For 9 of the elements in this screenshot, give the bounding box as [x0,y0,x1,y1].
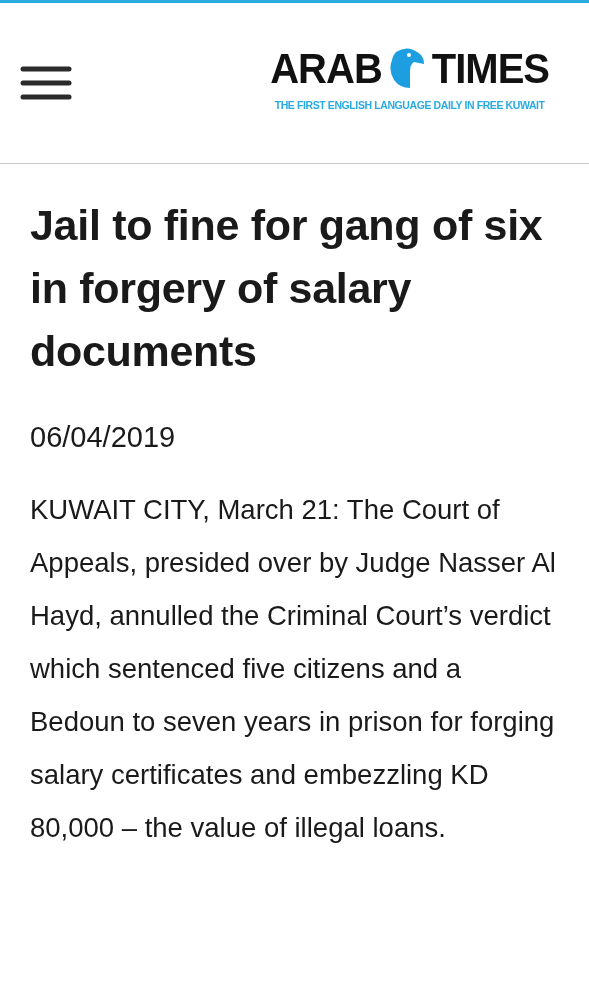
bird-head-icon [387,46,426,90]
menu-button[interactable] [20,65,72,101]
article-body: KUWAIT CITY, March 21: The Court of Appeals, presided over by Judge Nasser Al Hayd, annulled the Criminal Court’s verdict which sentenced five citizens and a Bedoun to seven years in prison for forging salary certificates and embezzling KD 80,000 – the value of illegal loans. [30,493,557,845]
menu-icon [20,65,72,101]
logo-word: ARAB [270,44,382,92]
article-title: Jail to fine for gang of six in forgery of salary documents [30,200,544,377]
logo-tagline: THE FIRST ENGLISH LANGUAGE DAILY IN FREE KUWAIT [274,98,545,111]
logo-word: TIMES [431,44,549,92]
article-date: 06/04/2019 [30,420,177,455]
